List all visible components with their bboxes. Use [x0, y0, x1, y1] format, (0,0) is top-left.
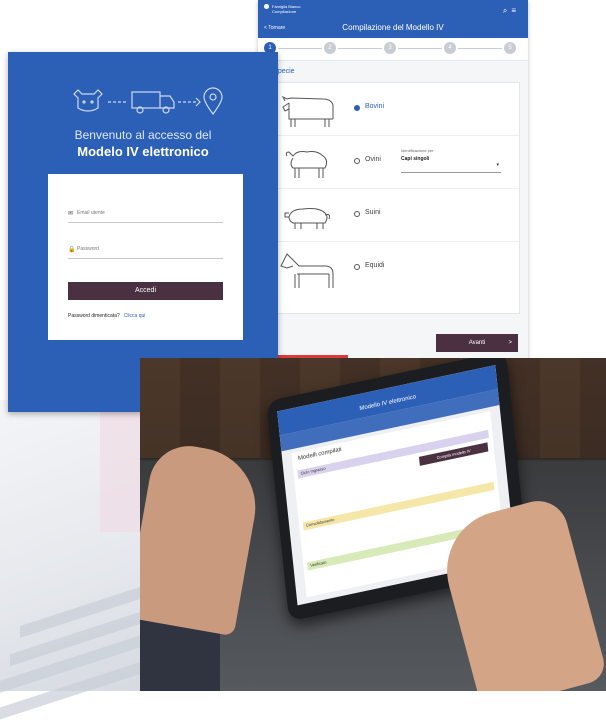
species-option-equidi[interactable]: Equidi [271, 242, 519, 294]
mail-icon: ✉ [68, 211, 74, 217]
stepper: 1 2 3 4 5 [258, 38, 528, 61]
login-title: Modelo IV elettronico [77, 144, 209, 159]
chevron-right-icon: > [508, 340, 512, 346]
ident-value: Capi singoli [401, 156, 430, 162]
species-options-card: Bovini Ovini Identificazione per Capi si… [270, 82, 520, 314]
forgot-password: Password dimenticata? Clicca qui [68, 313, 146, 319]
option-label: Bovini [365, 103, 385, 110]
lock-icon: 🔒 [68, 247, 76, 253]
menu-icon[interactable]: ≡ [511, 6, 520, 15]
header-icons: ⌕≡ [503, 6, 520, 16]
step-2[interactable]: 2 [324, 42, 336, 54]
species-form-panel: Famiglia Bianco Compilazione ⌕≡ < Tornar… [258, 0, 528, 360]
next-button[interactable]: Avanti > [436, 334, 518, 352]
ident-label: Identificazione per [401, 148, 434, 153]
password-field[interactable]: 🔒 Password [68, 242, 223, 259]
left-hand [140, 439, 265, 637]
radio-bovini[interactable] [354, 105, 360, 111]
step-3[interactable]: 3 [384, 42, 396, 54]
app-header: Famiglia Bianco Compilazione ⌕≡ < Tornar… [258, 0, 528, 38]
background-decoration [100, 412, 140, 532]
radio-equidi[interactable] [354, 264, 360, 270]
identification-select[interactable]: Identificazione per Capi singoli ▾ [401, 148, 501, 173]
brand-text: Famiglia Bianco Compilazione [272, 4, 301, 14]
radio-suini[interactable] [354, 211, 360, 217]
step-5[interactable]: 5 [504, 42, 516, 54]
login-button[interactable]: Accedi [68, 282, 223, 300]
species-option-suini[interactable]: Suini [271, 189, 519, 242]
option-label: Equidi [365, 262, 385, 269]
radio-ovini[interactable] [354, 158, 360, 164]
band-consolidamento: Consolidamento [302, 481, 495, 531]
page-title: Compilazione del Modello IV [342, 23, 444, 32]
cow-truck-location-icon [73, 87, 223, 116]
email-field[interactable]: ✉ Email utente [68, 206, 223, 223]
step-4[interactable]: 4 [444, 42, 456, 54]
sheep-icon [285, 151, 328, 178]
chevron-down-icon: ▾ [496, 162, 499, 168]
option-label: Ovini [365, 156, 381, 163]
cow-icon [281, 95, 334, 127]
welcome-text: Benvenuto al accesso del [74, 128, 212, 142]
brand-icon [264, 4, 269, 9]
species-option-ovini[interactable]: Ovini Identificazione per Capi singoli ▾ [271, 136, 519, 189]
horse-icon [280, 253, 334, 288]
forgot-password-link[interactable]: Clicca qui [124, 313, 146, 319]
login-card: ✉ Email utente 🔒 Password Accedi Passwor… [48, 174, 243, 340]
pig-icon [284, 208, 330, 229]
species-option-bovini[interactable]: Bovini [271, 83, 519, 136]
tablet-photo: Modello IV elettronico Modelli compilati… [140, 358, 606, 691]
option-label: Suini [365, 209, 381, 216]
